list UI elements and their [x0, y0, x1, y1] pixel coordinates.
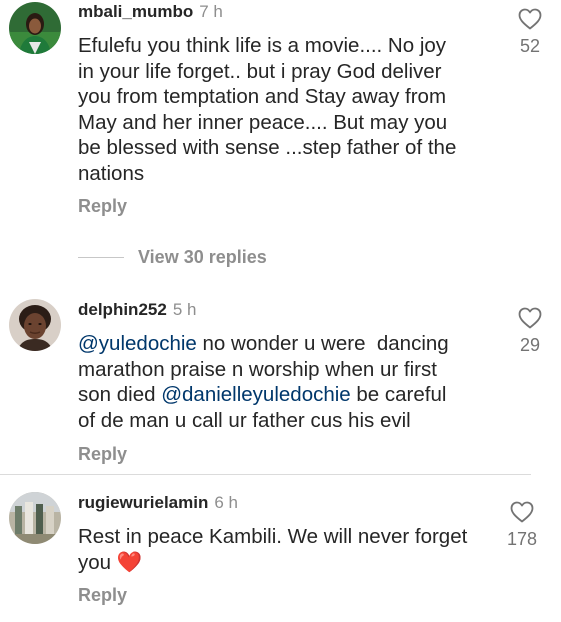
comment-line: Rest in peace Kambili. We will never for… [78, 525, 468, 548]
comment-text: Efulefu you think life is a movie.... No… [78, 33, 498, 187]
reply-button[interactable]: Reply [78, 585, 127, 605]
mention-link[interactable]: @yuledochie [78, 332, 197, 355]
comment-text-segment: son died [78, 383, 162, 407]
comment-text-segment: be careful [350, 383, 447, 407]
like-count: 178 [506, 529, 538, 549]
comment-text-segment: you [78, 550, 112, 574]
reply-button[interactable]: Reply [78, 196, 127, 216]
heart-outline-icon [510, 501, 534, 523]
like-button[interactable]: 52 [510, 8, 550, 57]
like-count: 52 [519, 36, 541, 56]
username[interactable]: delphin252 [78, 300, 167, 319]
comment-meta: mbali_mumbo 7 h [78, 2, 223, 22]
comment-line: be blessed with sense ...step father of … [78, 136, 457, 160]
like-count: 29 [519, 335, 541, 355]
comment-text-segment: no wonder u were dancing [196, 332, 449, 355]
avatar[interactable] [9, 299, 61, 351]
comment-text: Rest in peace Kambili. We will never for… [78, 524, 498, 575]
avatar[interactable] [9, 492, 61, 544]
avatar[interactable] [9, 2, 61, 54]
heart-outline-icon [518, 8, 542, 30]
comment-line: marathon praise n worship when ur first [78, 357, 437, 381]
comment-line: of de man u call ur father cus his evil [78, 408, 411, 432]
mention-link[interactable]: @danielleyuledochie [161, 383, 351, 406]
like-button[interactable]: 178 [502, 501, 542, 550]
comment-line: son died @danielleyuledochie be careful [78, 382, 498, 408]
comment-line: nations [78, 161, 145, 185]
comment-line: you from temptation and Stay away from [78, 85, 447, 109]
timestamp: 6 h [214, 493, 239, 512]
comment-meta: delphin252 5 h [78, 300, 196, 320]
like-button[interactable]: 29 [510, 307, 550, 356]
reply-button[interactable]: Reply [78, 444, 127, 464]
view-replies-line [78, 256, 124, 258]
comment-line: Efulefu you think life is a movie.... No… [78, 34, 447, 57]
comment-line: you ❤️ [78, 550, 498, 576]
comment-meta: rugiewurielamin 6 h [78, 493, 238, 513]
divider [0, 474, 531, 475]
comment-line: @yuledochie no wonder u were dancing [78, 331, 498, 357]
comment-line: May and her inner peace.... But may you [78, 110, 448, 134]
comment-line: in your life forget.. but i pray God del… [78, 59, 442, 83]
username[interactable]: rugiewurielamin [78, 493, 208, 512]
view-replies-button[interactable]: View 30 replies [78, 245, 267, 269]
view-replies-label: View 30 replies [138, 246, 267, 267]
username[interactable]: mbali_mumbo [78, 2, 193, 21]
comment-text: @yuledochie no wonder u were dancing mar… [78, 331, 498, 433]
timestamp: 7 h [199, 2, 223, 21]
heart-outline-icon [518, 307, 542, 329]
timestamp: 5 h [172, 300, 197, 319]
red-heart-emoji: ❤️ [116, 550, 143, 574]
